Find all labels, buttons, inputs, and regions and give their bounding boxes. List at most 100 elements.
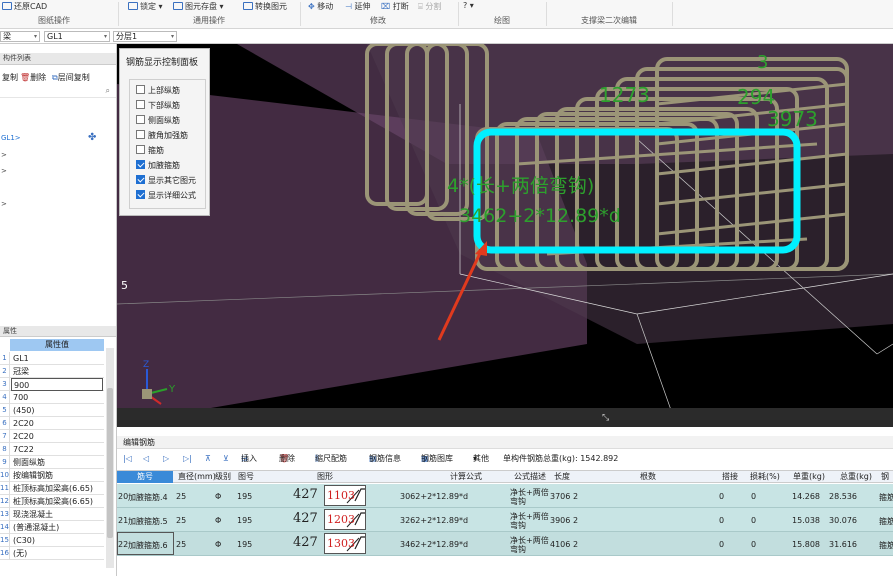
- checkbox-option[interactable]: 显示详细公式: [136, 190, 196, 201]
- property-row[interactable]: 9 侧面纵筋: [0, 456, 104, 469]
- property-scrollbar[interactable]: [106, 348, 114, 568]
- checkbox[interactable]: [136, 115, 145, 124]
- property-value[interactable]: GL1: [11, 352, 103, 365]
- checkbox[interactable]: [136, 175, 145, 184]
- element-save-button[interactable]: 图元存盘 ▾: [173, 1, 224, 12]
- column-header[interactable]: 搭接: [722, 471, 738, 483]
- lock-button[interactable]: 锁定 ▾: [128, 1, 163, 12]
- restore-cad-button[interactable]: 还原CAD: [2, 1, 47, 12]
- column-header[interactable]: 计算公式: [450, 471, 482, 483]
- column-header[interactable]: 钢: [881, 471, 889, 483]
- property-value[interactable]: 桩顶标高加梁高(6.65): [11, 495, 103, 508]
- column-header[interactable]: 长度: [554, 471, 570, 483]
- table-row[interactable]: 20 加腋箍筋.4 25 Φ 195 3062+2*12.89*d 净长+两倍 弯钩 3706 2…: [117, 484, 893, 508]
- rebar-shape-figure[interactable]: 1203: [324, 509, 366, 530]
- property-value[interactable]: 冠梁: [11, 365, 103, 378]
- tree-item[interactable]: >: [1, 151, 7, 159]
- property-value[interactable]: (普通混凝土): [11, 521, 103, 534]
- property-row[interactable]: 7 2C20: [0, 430, 104, 443]
- type-select[interactable]: 梁 ▾: [0, 31, 40, 42]
- checkbox-option[interactable]: 下部纵筋: [136, 100, 180, 111]
- property-value[interactable]: 7C22: [11, 443, 103, 456]
- checkbox[interactable]: [136, 85, 145, 94]
- property-row[interactable]: 11 桩顶标高加梁高(6.65): [0, 482, 104, 495]
- property-value[interactable]: 700: [11, 391, 103, 404]
- checkbox[interactable]: [136, 160, 145, 169]
- property-value[interactable]: (C30): [11, 534, 103, 547]
- property-row[interactable]: 15 (C30): [0, 534, 104, 547]
- more-tools-button[interactable]: ? ▾: [463, 1, 474, 10]
- property-row[interactable]: 1 GL1: [0, 352, 104, 365]
- property-row[interactable]: 14 (普通混凝土): [0, 521, 104, 534]
- property-row[interactable]: 8 7C22: [0, 443, 104, 456]
- checkbox-option[interactable]: 上部纵筋: [136, 85, 180, 96]
- column-header[interactable]: 直径(mm): [178, 471, 216, 483]
- property-row[interactable]: 12 桩顶标高加梁高(6.65): [0, 495, 104, 508]
- table-row[interactable]: 22 加腋箍筋.6 25 Φ 195 3462+2*12.89*d 净长+两倍 弯钩 4106 2…: [117, 532, 893, 556]
- checkbox-option[interactable]: 箍筋: [136, 145, 164, 156]
- rebar-shape-figure[interactable]: 1303: [324, 533, 366, 554]
- other-menu[interactable]: 其他 ▾: [473, 451, 489, 467]
- tree-item[interactable]: >: [1, 200, 7, 208]
- property-value[interactable]: 900: [11, 378, 103, 391]
- first-record-button[interactable]: |◁: [123, 451, 132, 467]
- prev-record-button[interactable]: ◁: [143, 451, 149, 467]
- checkbox[interactable]: [136, 145, 145, 154]
- property-value[interactable]: 桩顶标高加梁高(6.65): [11, 482, 103, 495]
- column-header[interactable]: 损耗(%): [750, 471, 780, 483]
- rebar-shape-figure[interactable]: 1103: [324, 485, 366, 506]
- shape-length[interactable]: 1203: [327, 513, 355, 526]
- move-up-button[interactable]: ⊼: [205, 451, 211, 467]
- delete-button[interactable]: 🗑删除: [20, 72, 46, 83]
- column-header[interactable]: 图形: [317, 471, 333, 483]
- property-row[interactable]: 4 700: [0, 391, 104, 404]
- checkbox[interactable]: [136, 130, 145, 139]
- break-button[interactable]: ⌧ 打断: [381, 1, 409, 12]
- table-row[interactable]: 21 加腋箍筋.5 25 Φ 195 3262+2*12.89*d 净长+两倍 弯钩 3906 2…: [117, 508, 893, 532]
- column-header[interactable]: 公式描述: [514, 471, 546, 483]
- property-row[interactable]: 2 冠梁: [0, 365, 104, 378]
- property-value[interactable]: 2C20: [11, 417, 103, 430]
- property-row[interactable]: 13 现浇混凝土: [0, 508, 104, 521]
- shape-length[interactable]: 1303: [327, 537, 355, 550]
- next-record-button[interactable]: ▷: [163, 451, 169, 467]
- copy-button[interactable]: 复制: [2, 72, 18, 83]
- floor-copy-button[interactable]: ⧉层间复制: [52, 72, 90, 83]
- split-button[interactable]: ⌸ 分割: [418, 1, 441, 12]
- component-select[interactable]: GL1 ▾: [44, 31, 110, 42]
- property-row[interactable]: 16 (无): [0, 547, 104, 560]
- scroll-thumb[interactable]: [107, 388, 113, 538]
- new-component-icon[interactable]: ✤: [88, 132, 96, 143]
- column-header[interactable]: 级别: [215, 471, 231, 483]
- property-value[interactable]: 侧面纵筋: [11, 456, 103, 469]
- property-value[interactable]: (无): [11, 547, 103, 560]
- property-row[interactable]: 3 900: [0, 378, 104, 391]
- property-row[interactable]: 10 按编辑钢筋: [0, 469, 104, 482]
- checkbox-option[interactable]: 显示其它图元: [136, 175, 196, 186]
- checkbox-option[interactable]: 加腋箍筋: [136, 160, 180, 171]
- column-header[interactable]: 根数: [640, 471, 656, 483]
- 3d-viewport[interactable]: 1273 294 3973 3 4*(长+两倍弯钩) 3462+2*12.89*…: [117, 44, 893, 427]
- property-value[interactable]: 按编辑钢筋: [11, 469, 103, 482]
- shape-length[interactable]: 1103: [327, 489, 355, 502]
- checkbox[interactable]: [136, 100, 145, 109]
- extend-button[interactable]: ⊣ 延伸: [345, 1, 371, 12]
- resize-handle-icon[interactable]: ⤡: [602, 413, 609, 423]
- property-value[interactable]: (450): [11, 404, 103, 417]
- checkbox-option[interactable]: 腋角加强筋: [136, 130, 188, 141]
- tree-item-gl1[interactable]: GL1>: [1, 134, 21, 142]
- column-header[interactable]: 总重(kg): [840, 471, 872, 483]
- convert-element-button[interactable]: 转换图元: [243, 1, 287, 12]
- property-value[interactable]: 现浇混凝土: [11, 508, 103, 521]
- column-header[interactable]: 筋号: [117, 471, 173, 483]
- tree-item[interactable]: >: [1, 167, 7, 175]
- property-row[interactable]: 5 (450): [0, 404, 104, 417]
- column-header[interactable]: 单重(kg): [793, 471, 825, 483]
- property-value[interactable]: 2C20: [11, 430, 103, 443]
- property-row[interactable]: 6 2C20: [0, 417, 104, 430]
- checkbox[interactable]: [136, 190, 145, 199]
- move-button[interactable]: ✥ 移动: [308, 1, 333, 12]
- move-down-button[interactable]: ⊻: [223, 451, 229, 467]
- layer-select[interactable]: 分层1 ▾: [113, 31, 177, 42]
- column-header[interactable]: 图号: [238, 471, 254, 483]
